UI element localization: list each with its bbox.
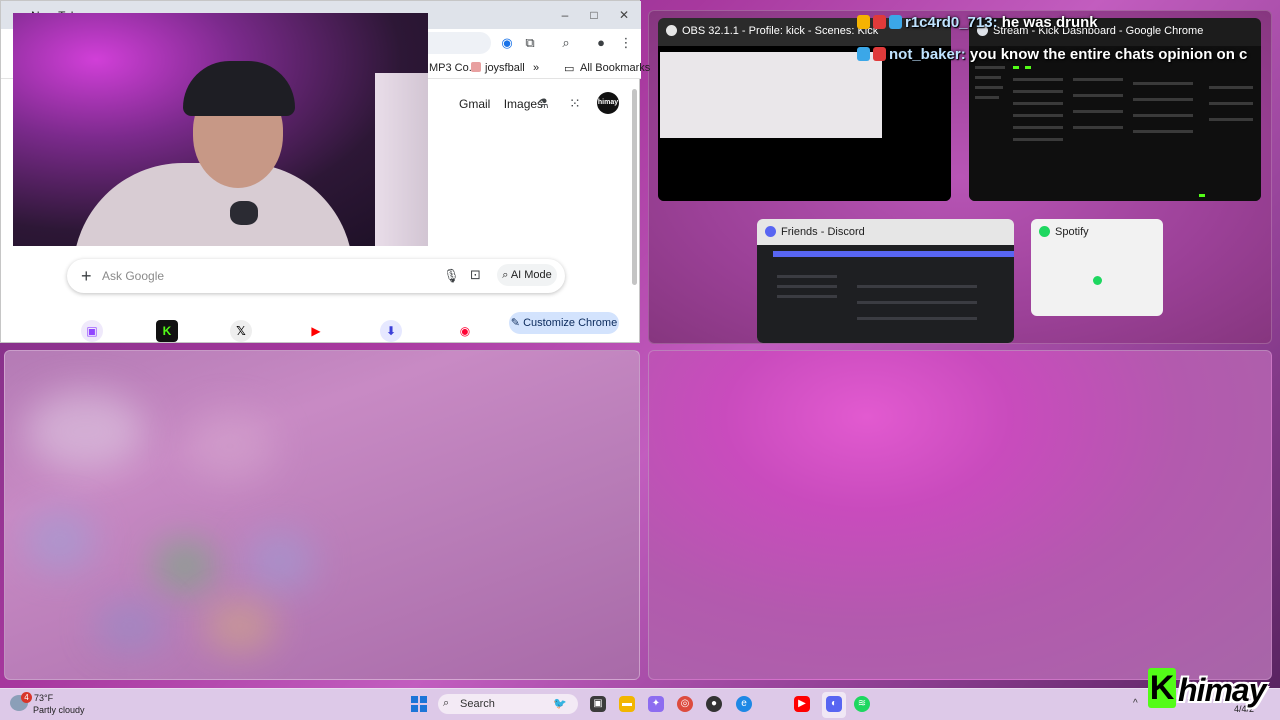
maximize-icon[interactable]: □	[586, 7, 602, 23]
gmail-link[interactable]: Gmail	[459, 97, 490, 111]
avatar[interactable]: himay	[597, 92, 619, 114]
folder-icon: ▭	[564, 63, 575, 75]
badge-icon	[873, 15, 886, 29]
file-explorer-icon[interactable]: ▬	[619, 696, 635, 712]
search-highlight-icon: 🐦	[553, 698, 567, 710]
chat-message: r1c4rd0_713: he was drunk	[857, 14, 1098, 31]
spotify-logo-icon	[1093, 276, 1102, 285]
cast-icon[interactable]: ◉	[499, 35, 515, 51]
minimize-icon[interactable]: –	[557, 7, 573, 23]
scrollbar[interactable]	[632, 89, 637, 285]
youtube-taskbar-icon[interactable]: ▶	[794, 696, 810, 712]
badge-icon	[873, 47, 886, 61]
task-view-spotify[interactable]: Spotify	[1031, 219, 1163, 316]
bookmark-favicon-icon	[471, 62, 481, 72]
start-button[interactable]	[411, 696, 427, 712]
chat-username: r1c4rd0_713:	[905, 14, 998, 31]
close-icon[interactable]: ✕	[616, 7, 632, 23]
discord-taskbar-icon[interactable]: ◐	[826, 696, 842, 712]
tray-overflow-icon[interactable]: ^	[1133, 698, 1138, 709]
downloader-icon[interactable]: ⬇	[380, 320, 402, 342]
copilot-icon[interactable]: ✦	[648, 696, 664, 712]
snap-zone-bottom-left[interactable]	[4, 350, 640, 680]
x-icon[interactable]: 𝕏	[230, 320, 252, 342]
menu-icon[interactable]: ⋮	[618, 35, 634, 51]
ai-mode-button[interactable]: ⌕ AI Mode	[497, 264, 557, 286]
lens-icon[interactable]: ⊡	[470, 267, 481, 283]
search-input[interactable]: Ask Google	[102, 269, 164, 283]
customize-chrome-label: Customize Chrome	[523, 317, 618, 329]
kick-icon[interactable]: K	[156, 320, 178, 342]
youtube-music-icon[interactable]: ◉	[454, 320, 476, 342]
chrome-taskbar-icon[interactable]: ◎	[677, 696, 693, 712]
discord-preview	[757, 245, 1014, 343]
edge-icon[interactable]: e	[736, 696, 752, 712]
bookmarks-more-icon[interactable]: »	[533, 62, 539, 74]
taskbar-search-label[interactable]: Search	[460, 698, 495, 710]
weather-badge: 4	[21, 692, 32, 703]
ai-mode-icon: ⌕	[502, 269, 511, 281]
tab-search-icon[interactable]: ⌕	[558, 35, 574, 51]
task-view-icon[interactable]: ▣	[590, 696, 606, 712]
labs-flask-icon[interactable]: ⚗	[537, 96, 549, 112]
webcam-overlay	[13, 13, 428, 246]
obs-preview-canvas	[660, 52, 882, 138]
task-view-discord[interactable]: Friends - Discord	[757, 219, 1014, 343]
badge-icon	[857, 47, 870, 61]
all-bookmarks[interactable]: All Bookmarks	[580, 62, 650, 74]
obs-window-title: OBS 32.1.1 - Profile: kick - Scenes: Kic…	[682, 25, 879, 37]
discord-icon	[765, 226, 776, 237]
chat-username: not_baker:	[889, 46, 966, 63]
streamer-brand: himay	[1178, 672, 1266, 708]
ai-mode-label: AI Mode	[510, 269, 552, 281]
badge-icon	[857, 15, 870, 29]
twitch-icon[interactable]: ▣	[81, 320, 103, 342]
google-header-links: Gmail Images	[459, 97, 543, 111]
obs-icon	[666, 25, 677, 36]
kick-dashboard-preview	[969, 46, 1261, 201]
webcam-person-cap	[183, 61, 295, 116]
weather-temperature[interactable]: 73°F	[34, 693, 53, 703]
search-icon: ⌕	[443, 697, 450, 709]
youtube-icon[interactable]: ▶	[305, 320, 327, 342]
webcam-shirt-graphic	[230, 201, 258, 225]
customize-chrome-button[interactable]: ✎ Customize Chrome	[509, 312, 619, 334]
chat-text: you know the entire chats opinion on c	[969, 46, 1248, 63]
spotify-icon	[1039, 226, 1050, 237]
extensions-icon[interactable]: ⧉	[522, 35, 538, 51]
webcam-background-door	[375, 73, 428, 246]
apps-grid-icon[interactable]: ⁙	[569, 95, 581, 112]
spotify-window-title: Spotify	[1055, 226, 1089, 238]
snap-zone-bottom-right[interactable]	[648, 350, 1272, 680]
microphone-icon[interactable]: 🎙	[443, 268, 460, 284]
weather-condition[interactable]: Partly cloudy	[33, 705, 85, 715]
chat-message: not_baker: you know the entire chats opi…	[857, 46, 1247, 63]
bookmark-joysfball[interactable]: joysfball	[485, 62, 525, 74]
windows-logo-icon	[411, 696, 418, 703]
badge-icon	[889, 15, 902, 29]
profile-icon[interactable]: ●	[593, 35, 609, 51]
taskbar	[0, 688, 1280, 720]
pencil-icon: ✎	[510, 317, 524, 329]
obs-taskbar-icon[interactable]: ●	[706, 696, 722, 712]
chat-text: he was drunk	[1001, 14, 1098, 31]
discord-window-title: Friends - Discord	[781, 226, 865, 238]
spotify-taskbar-icon[interactable]: ≋	[854, 696, 870, 712]
kick-logo-icon: K	[1148, 668, 1176, 708]
add-icon[interactable]: +	[81, 266, 92, 287]
